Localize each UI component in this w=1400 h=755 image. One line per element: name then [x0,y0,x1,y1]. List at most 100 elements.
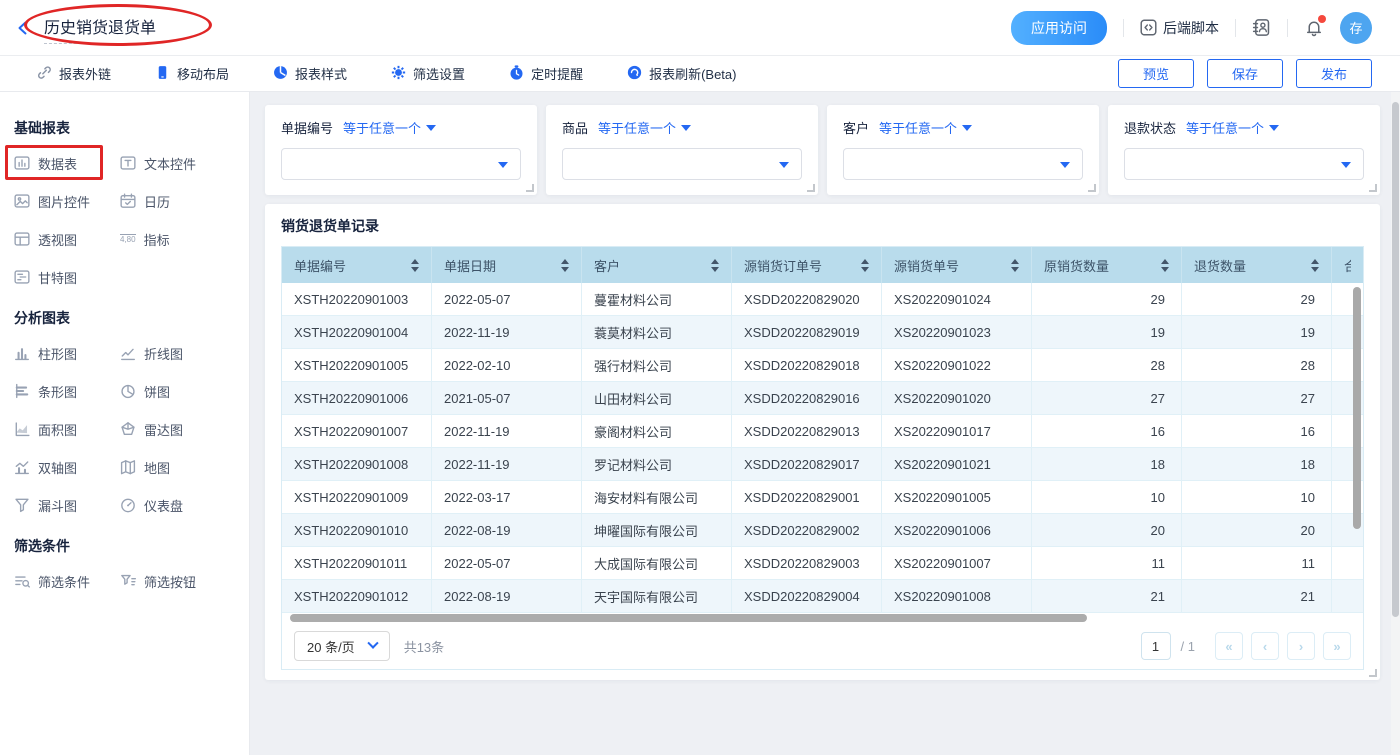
widget-resize-handle[interactable] [1369,184,1377,192]
sidebar-item-条形图[interactable]: 条形图 [14,382,120,400]
save-button[interactable]: 保存 [1207,59,1283,88]
sidebar-item-图片控件[interactable]: 图片控件 [14,192,120,210]
sidebar-item-面积图[interactable]: 面积图 [14,420,120,438]
avatar[interactable]: 存 [1340,12,1372,44]
app-access-button[interactable]: 应用访问 [1011,11,1107,45]
column-header-单据编号[interactable]: 单据编号 [282,247,432,283]
filter-operator-select[interactable]: 等于任意一个 [598,118,691,137]
column-header-合计金额[interactable]: 合计金额 [1332,247,1363,283]
sidebar-item-饼图[interactable]: 饼图 [120,382,226,400]
preview-button[interactable]: 预览 [1118,59,1194,88]
table-row: XSTH202209010062021-05-07山田材料公司XSDD20220… [282,382,1363,415]
widget-resize-handle[interactable] [807,184,815,192]
horizontal-scroll-thumb[interactable] [290,614,1087,622]
sidebar-item-日历[interactable]: 日历 [120,192,226,210]
table-cell: 豪阁材料公司 [582,415,732,448]
first-page-button[interactable]: « [1215,632,1243,660]
backend-script-button[interactable]: 后端脚本 [1140,18,1219,38]
page-size-select[interactable]: 20 条/页 [294,631,390,661]
table-cell: 罗记材料公司 [582,448,732,481]
sort-icon[interactable] [1011,259,1019,272]
caret-down-icon [498,162,508,168]
column-header-原销货数量[interactable]: 原销货数量 [1032,247,1182,283]
column-header-退货数量[interactable]: 退货数量 [1182,247,1332,283]
filter-value-select[interactable] [1124,148,1364,180]
sidebar-section-title: 筛选条件 [14,536,249,556]
table-resize-handle[interactable] [1369,669,1377,677]
pivot-icon [14,231,30,247]
column-header-源销货单号[interactable]: 源销货单号 [882,247,1032,283]
table-cell: XS20220901024 [882,283,1032,316]
sidebar-item-文本控件[interactable]: 文本控件 [120,154,226,172]
last-page-button[interactable]: » [1323,632,1351,660]
sidebar-item-筛选按钮[interactable]: 筛选按钮 [120,572,226,590]
table-cell: XSDD20220829017 [732,448,882,481]
sidebar-item-数据表[interactable]: 数据表 [14,154,120,172]
table-cell: XSDD20220829003 [732,547,882,580]
gantt-icon [14,269,30,285]
sidebar-item-双轴图[interactable]: 双轴图 [14,458,120,476]
sort-icon[interactable] [1161,259,1169,272]
table-cell: XSTH20220901003 [282,283,432,316]
toolbar-item-1[interactable]: 报表外链 [36,64,111,83]
sidebar-item-地图[interactable]: 地图 [120,458,226,476]
filter-operator-select[interactable]: 等于任意一个 [879,118,972,137]
sort-icon[interactable] [411,259,419,272]
sidebar-item-雷达图[interactable]: 雷达图 [120,420,226,438]
column-header-客户[interactable]: 客户 [582,247,732,283]
column-header-源销货订单号[interactable]: 源销货订单号 [732,247,882,283]
sort-icon[interactable] [861,259,869,272]
toolbar-item-2[interactable]: 移动布局 [155,64,229,83]
table-cell: 2022-08-19 [432,580,582,613]
sidebar-item-甘特图[interactable]: 甘特图 [14,268,120,286]
publish-button[interactable]: 发布 [1296,59,1372,88]
window-scrollbar [1391,92,1400,755]
filter-value-select[interactable] [843,148,1083,180]
column-header-单据日期[interactable]: 单据日期 [432,247,582,283]
sort-icon[interactable] [561,259,569,272]
prev-page-button[interactable]: ‹ [1251,632,1279,660]
table-cell: 2022-08-19 [432,514,582,547]
dual-axis-icon [14,459,30,475]
window-scroll-thumb[interactable] [1392,102,1399,617]
caret-down-icon [1341,162,1351,168]
filter-operator-select[interactable]: 等于任意一个 [343,118,436,137]
back-button[interactable] [14,19,32,37]
page-title[interactable]: 历史销货退货单 [44,14,156,44]
table-cell: 27 [1032,382,1182,415]
sidebar-section: 筛选条件筛选条件筛选按钮 [14,536,249,590]
toolbar-item-6[interactable]: 报表刷新(Beta) [627,64,736,83]
table-vertical-scrollbar[interactable] [1353,287,1361,529]
sidebar-item-漏斗图[interactable]: 漏斗图 [14,496,120,514]
sidebar-item-柱形图[interactable]: 柱形图 [14,344,120,362]
sidebar-item-筛选条件[interactable]: 筛选条件 [14,572,120,590]
page-number-input[interactable]: 1 [1141,632,1171,660]
address-book-button[interactable] [1252,18,1271,37]
sort-icon[interactable] [711,259,719,272]
sidebar-item-指标[interactable]: 4,80指标 [120,230,226,248]
table-cell: 16 [1182,415,1332,448]
table-cell: XSTH20220901005 [282,349,432,382]
map-icon [120,459,136,475]
table-cell: 海安材料有限公司 [582,481,732,514]
filter-operator-select[interactable]: 等于任意一个 [1186,118,1279,137]
filter-value-select[interactable] [281,148,521,180]
sort-icon[interactable] [1311,259,1319,272]
sidebar-item-折线图[interactable]: 折线图 [120,344,226,362]
radar-chart-icon [120,421,136,437]
toolbar-item-5[interactable]: 定时提醒 [509,64,583,83]
toolbar-item-3[interactable]: 报表样式 [273,64,347,83]
sidebar-item-透视图[interactable]: 透视图 [14,230,120,248]
widget-resize-handle[interactable] [526,184,534,192]
sidebar-item-仪表盘[interactable]: 仪表盘 [120,496,226,514]
next-page-button[interactable]: › [1287,632,1315,660]
filter-value-select[interactable] [562,148,802,180]
toolbar-item-4[interactable]: 筛选设置 [391,64,465,83]
table-row: XSTH202209010122022-08-19天宇国际有限公司XSDD202… [282,580,1363,613]
table-row: XSTH202209010032022-05-07蔓霍材料公司XSDD20220… [282,283,1363,316]
table-row: XSTH202209010082022-11-19罗记材料公司XSDD20220… [282,448,1363,481]
filter-field-label: 客户 [843,118,869,137]
notification-button[interactable] [1304,18,1324,38]
widget-resize-handle[interactable] [1088,184,1096,192]
image-widget-icon [14,193,30,209]
